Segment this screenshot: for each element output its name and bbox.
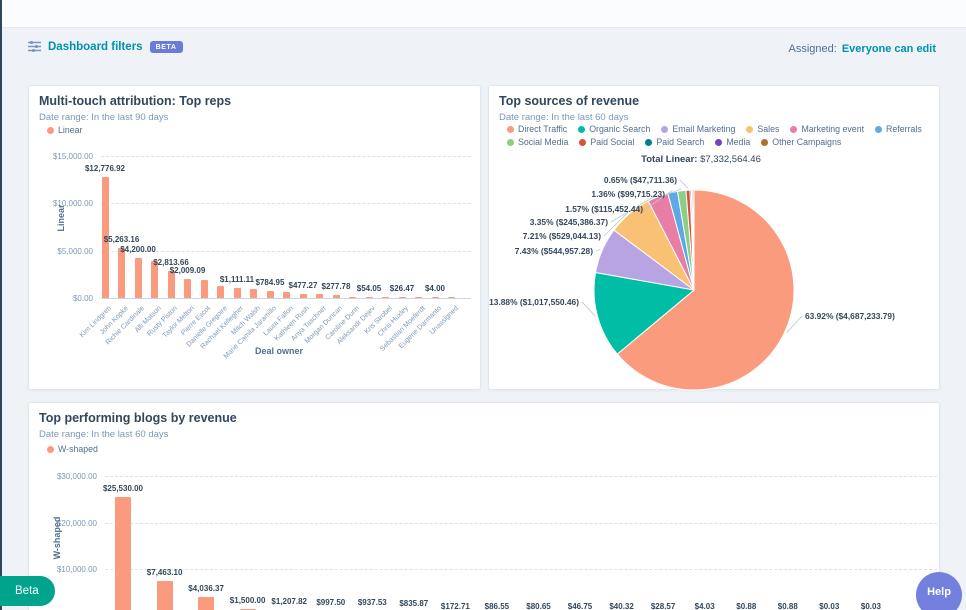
- gridline: [101, 203, 471, 204]
- bar[interactable]: [432, 297, 439, 298]
- card-multi-touch-attribution: Multi-touch attribution: Top reps Date r…: [28, 85, 481, 390]
- pie-slice-label: 1.57% ($115,452.44): [565, 204, 643, 214]
- y-axis-title: Linear: [56, 178, 66, 258]
- gridline: [105, 523, 937, 524]
- pie-chart-revenue-sources: 63.92% ($4,687,233.79) 13.88% ($1,017,550…: [489, 86, 941, 391]
- bar[interactable]: [349, 297, 356, 298]
- bar-value-label: $25,530.00: [83, 484, 163, 493]
- x-axis-line: [101, 298, 471, 299]
- pie-slice-label: 63.92% ($4,687,233.79): [805, 311, 895, 321]
- bar[interactable]: [399, 297, 406, 298]
- pie-slice-label: 0.65% ($47,711.36): [604, 175, 677, 185]
- pie-slice-label: 13.88% ($1,017,550.46): [489, 297, 579, 307]
- assigned-label: Assigned:: [789, 43, 837, 55]
- bar[interactable]: [316, 294, 323, 298]
- dashboard-filters-button[interactable]: Dashboard filters BETA: [28, 40, 183, 53]
- y-tick-label: $0.00: [31, 294, 93, 303]
- bar[interactable]: [118, 248, 125, 298]
- gridline: [101, 156, 471, 157]
- bar[interactable]: [415, 297, 422, 298]
- x-axis-title: Deal owner: [219, 346, 339, 356]
- bar[interactable]: [267, 291, 274, 298]
- assigned-control: Assigned: Everyone can edit: [789, 43, 936, 55]
- bar[interactable]: [168, 271, 175, 298]
- bar-value-label: $0.03: [831, 602, 911, 610]
- dashboard-filters-label: Dashboard filters: [48, 41, 143, 53]
- y-axis-title: W-shaped: [52, 498, 62, 578]
- pie-slice-label: 7.21% ($529,044.13): [523, 231, 601, 241]
- pie-label-connector: [680, 180, 688, 188]
- card-top-sources-of-revenue: Top sources of revenue Date range: In th…: [488, 85, 940, 390]
- gridline: [105, 476, 937, 477]
- bar[interactable]: [115, 497, 131, 610]
- top-strip: [0, 0, 966, 28]
- beta-badge: BETA: [150, 41, 183, 53]
- dashboard-screen: Dashboard filters BETA Assigned: Everyone…: [0, 0, 966, 610]
- gridline: [105, 569, 937, 570]
- bar[interactable]: [217, 286, 224, 298]
- beta-fab-button[interactable]: Beta: [0, 576, 55, 606]
- bar[interactable]: [300, 294, 307, 299]
- bar[interactable]: [184, 279, 191, 298]
- y-tick-label: $15,000.00: [31, 152, 93, 161]
- y-tick-label: $10,000.00: [35, 565, 97, 574]
- y-tick-label: $20,000.00: [35, 519, 97, 528]
- bar-value-label: $4,036.37: [166, 584, 246, 593]
- sidebar-edge: [0, 0, 2, 610]
- bar-value-label: $4.00: [395, 284, 475, 293]
- bar-chart-attribution: $15,000.00$10,000.00$5,000.00$0.00$12,77…: [29, 86, 480, 389]
- bar[interactable]: [250, 289, 257, 298]
- bar-value-label: $12,776.92: [65, 164, 145, 173]
- y-tick-label: $30,000.00: [35, 472, 97, 481]
- bar[interactable]: [283, 292, 290, 298]
- help-fab-button[interactable]: Help: [916, 572, 962, 610]
- bar[interactable]: [366, 297, 373, 298]
- pie-label-connector: [596, 249, 600, 251]
- card-top-performing-blogs: Top performing blogs by revenue Date ran…: [28, 402, 940, 610]
- pie-slice-label: 1.36% ($99,715.23): [591, 189, 665, 199]
- assigned-value-link[interactable]: Everyone can edit: [842, 43, 936, 55]
- bar[interactable]: [333, 295, 340, 298]
- bar[interactable]: [234, 288, 241, 299]
- bar-chart-blogs: $30,000.00 $20,000.00 $10,000.00 $25,530.00…: [29, 403, 939, 610]
- pie-slice-label: 3.35% ($245,386.37): [530, 217, 608, 227]
- bar-value-label: $4,200.00: [98, 245, 178, 254]
- bar-value-label: $7,463.10: [125, 568, 205, 577]
- bar[interactable]: [448, 297, 455, 298]
- bar[interactable]: [382, 297, 389, 298]
- pie-label-connector: [582, 302, 595, 316]
- filter-icon: [28, 40, 41, 53]
- bar-value-label: $5,263.16: [82, 235, 162, 244]
- pie-slice-label: 7.43% ($544,957.28): [515, 246, 593, 256]
